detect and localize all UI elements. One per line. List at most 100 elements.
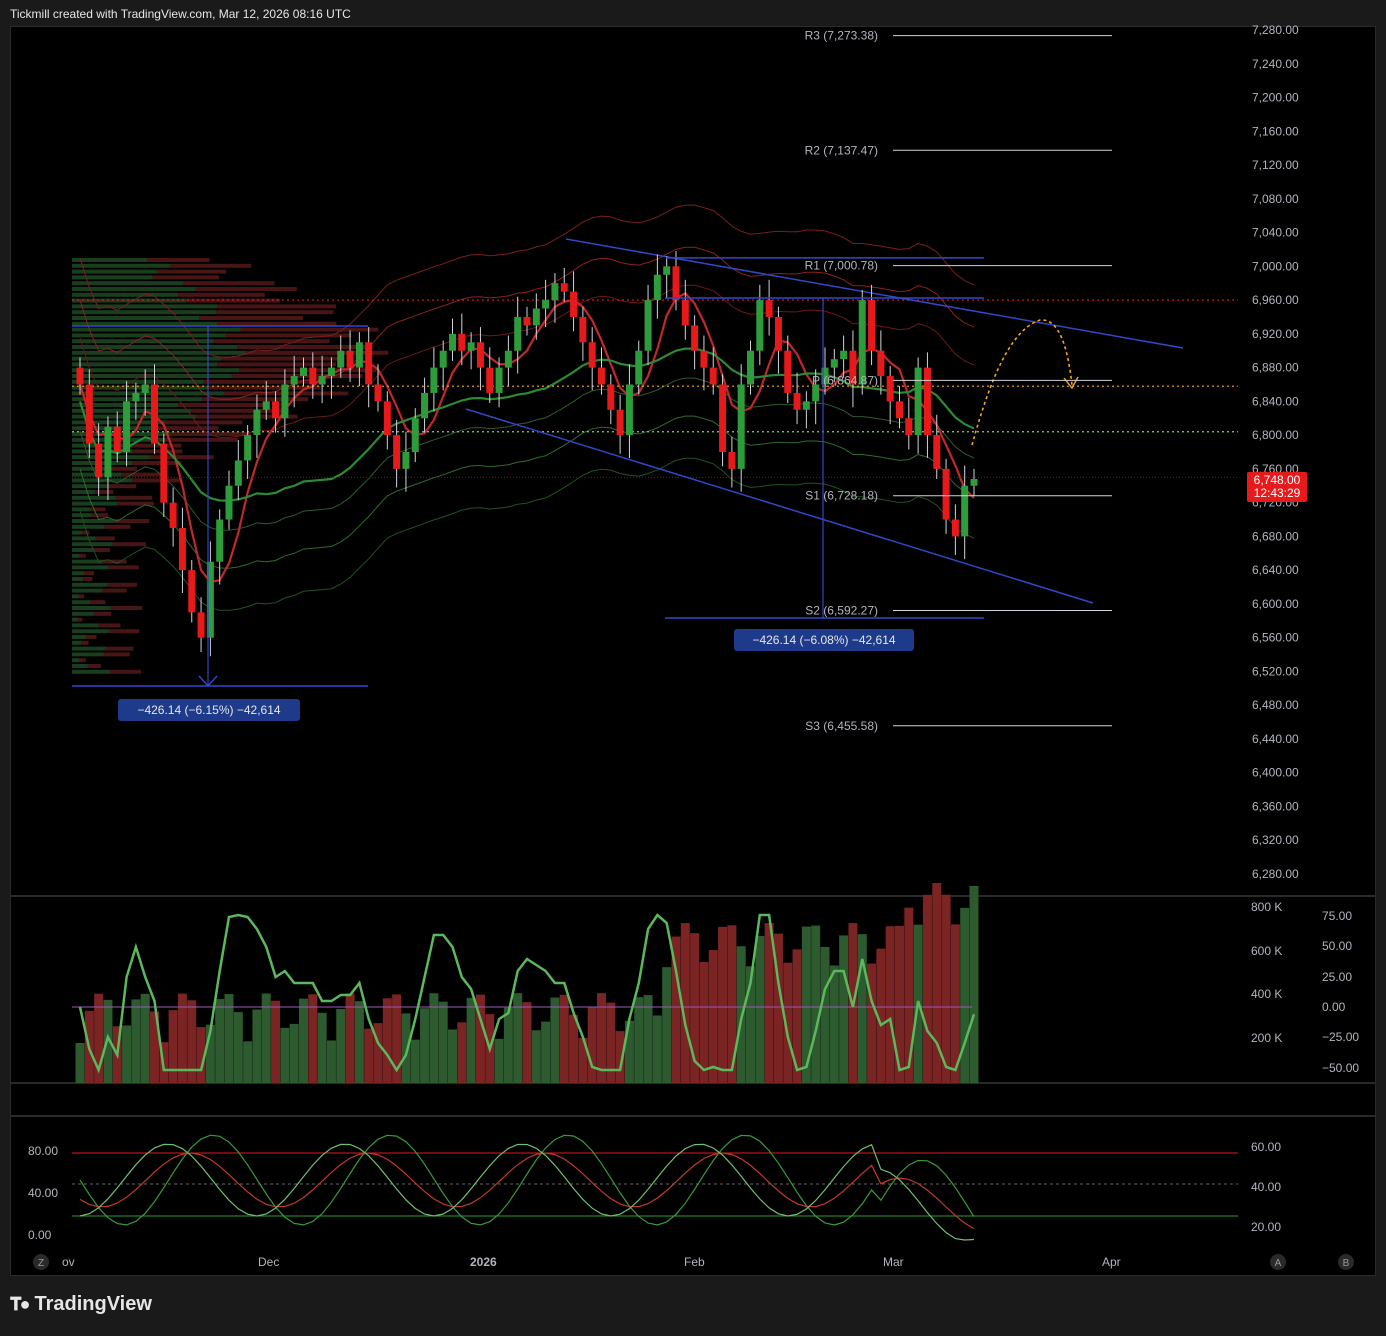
candle-down[interactable] — [607, 384, 615, 410]
candle-down[interactable] — [877, 350, 885, 377]
candle-down[interactable] — [197, 612, 205, 638]
candle-down[interactable] — [942, 468, 950, 520]
candle-down[interactable] — [728, 452, 736, 469]
candle-down[interactable] — [672, 266, 680, 301]
candle-up[interactable] — [858, 300, 866, 385]
candle-up[interactable] — [244, 435, 252, 461]
candle-up[interactable] — [439, 350, 447, 368]
candle-down[interactable] — [76, 367, 84, 385]
candle-down[interactable] — [160, 443, 168, 503]
candle-up[interactable] — [802, 401, 810, 410]
candle-up[interactable] — [290, 376, 298, 385]
candle-up[interactable] — [234, 460, 242, 486]
candle-down[interactable] — [886, 376, 894, 402]
candle-down[interactable] — [113, 426, 121, 452]
candle-down[interactable] — [951, 519, 959, 537]
candle-down[interactable] — [374, 384, 382, 402]
candle-down[interactable] — [95, 443, 103, 478]
candle-down[interactable] — [458, 333, 466, 351]
candle-down[interactable] — [868, 300, 876, 351]
candle-up[interactable] — [653, 274, 661, 301]
candle-up[interactable] — [514, 316, 522, 351]
candle-up[interactable] — [411, 418, 419, 452]
candle-down[interactable] — [691, 325, 699, 351]
candle-up[interactable] — [225, 485, 233, 520]
candle-down[interactable] — [272, 401, 280, 419]
measure-tool[interactable]: −426.14 (−6.15%) −42,614 −426.14 (−6.08%)… — [72, 297, 984, 721]
candle-down[interactable] — [616, 409, 624, 436]
price-tick-label: 6,320.00 — [1252, 833, 1299, 847]
candle-down[interactable] — [579, 316, 587, 343]
candle-down[interactable] — [560, 283, 568, 292]
candle-down[interactable] — [169, 502, 177, 528]
candle-up[interactable] — [281, 384, 289, 419]
candle-up[interactable] — [132, 392, 140, 402]
candle-down[interactable] — [393, 435, 401, 469]
candle-down[interactable] — [896, 401, 903, 419]
candle-down[interactable] — [588, 342, 596, 368]
candle-up[interactable] — [449, 333, 456, 351]
candle-down[interactable] — [709, 367, 717, 385]
candle-up[interactable] — [625, 384, 633, 436]
candle-up[interactable] — [532, 308, 540, 326]
candle-down[interactable] — [523, 316, 531, 326]
candle-up[interactable] — [830, 359, 838, 368]
channel-lower-line[interactable] — [465, 408, 1094, 604]
candle-up[interactable] — [747, 350, 754, 385]
candle-up[interactable] — [141, 384, 149, 393]
candle-up[interactable] — [961, 485, 969, 537]
candle-down[interactable] — [774, 316, 782, 351]
candle-down[interactable] — [476, 342, 484, 368]
candle-up[interactable] — [495, 367, 503, 393]
projection-path[interactable] — [971, 319, 1073, 446]
candle-up[interactable] — [337, 350, 345, 368]
candle-up[interactable] — [756, 300, 764, 351]
candle-up[interactable] — [216, 519, 224, 562]
candle-down[interactable] — [765, 300, 773, 317]
profile-bar-buy — [72, 577, 84, 581]
candle-up[interactable] — [542, 300, 550, 309]
profile-bar-sell — [109, 629, 140, 634]
candle-up[interactable] — [467, 342, 475, 351]
candle-up[interactable] — [300, 367, 307, 377]
candle-down[interactable] — [933, 435, 941, 469]
candle-up[interactable] — [551, 283, 559, 301]
candle-down[interactable] — [178, 527, 186, 571]
candle-down[interactable] — [570, 291, 578, 317]
candle-down[interactable] — [151, 384, 158, 444]
candle-up[interactable] — [402, 452, 410, 469]
candle-down[interactable] — [793, 392, 801, 410]
candle-up[interactable] — [504, 350, 512, 368]
candlestick-chart[interactable]: R3 (7,273.38) R2 (7,137.47) R1 (7,000.78) P… — [0, 0, 1386, 1290]
candle-down[interactable] — [383, 401, 391, 436]
candle-up[interactable] — [430, 367, 438, 393]
candle-down[interactable] — [309, 367, 317, 385]
candle-down[interactable] — [346, 350, 354, 368]
candle-up[interactable] — [644, 300, 652, 351]
candle-up[interactable] — [421, 392, 429, 419]
candle-down[interactable] — [188, 570, 196, 613]
candle-up[interactable] — [737, 384, 745, 469]
candle-up[interactable] — [318, 376, 326, 385]
candle-up[interactable] — [355, 342, 363, 368]
candle-down[interactable] — [923, 367, 931, 436]
candle-up[interactable] — [970, 479, 978, 486]
candle-down[interactable] — [905, 418, 913, 436]
candle-down[interactable] — [719, 384, 727, 452]
candle-up[interactable] — [253, 409, 261, 436]
candle-down[interactable] — [784, 350, 792, 393]
candle-up[interactable] — [840, 350, 848, 360]
candle-down[interactable] — [486, 367, 494, 393]
candle-down[interactable] — [700, 350, 708, 368]
candle-down[interactable] — [681, 300, 689, 326]
candle-up[interactable] — [327, 367, 335, 377]
candle-up[interactable] — [123, 401, 131, 452]
candle-up[interactable] — [262, 401, 270, 410]
candle-up[interactable] — [635, 350, 643, 385]
candle-up[interactable] — [104, 426, 112, 478]
candle-up[interactable] — [663, 266, 671, 275]
candle-up[interactable] — [914, 367, 922, 436]
candle-down[interactable] — [365, 342, 373, 385]
candle-down[interactable] — [85, 384, 93, 444]
candle-down[interactable] — [598, 367, 605, 385]
